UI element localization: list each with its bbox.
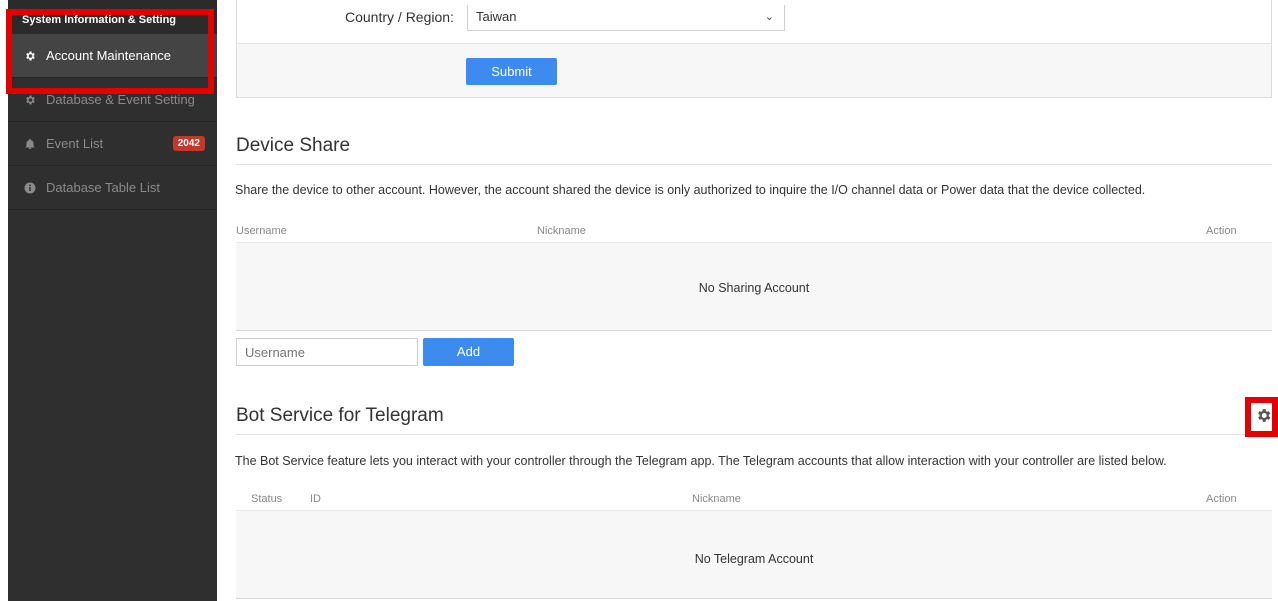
sidebar-item-event-list[interactable]: Event List 2042 [8, 122, 217, 166]
divider [236, 434, 1272, 435]
sidebar: System Information & Setting Account Mai… [8, 0, 217, 601]
gear-icon [1255, 407, 1272, 429]
sidebar-item-database-event-setting[interactable]: Database & Event Setting [8, 78, 217, 122]
column-header-action: Action [1206, 493, 1237, 505]
column-header-username: Username [236, 225, 287, 237]
sidebar-item-label: Event List [46, 136, 104, 151]
empty-state-text: No Telegram Account [694, 552, 814, 566]
country-value: Taiwan [476, 9, 517, 24]
divider [236, 164, 1272, 165]
gear-icon [24, 94, 36, 106]
sidebar-item-account-maintenance[interactable]: Account Maintenance [8, 34, 217, 78]
bell-icon [24, 138, 36, 150]
event-count-badge: 2042 [172, 136, 205, 151]
sidebar-header: System Information & Setting [8, 0, 217, 34]
country-label: Country / Region: [345, 9, 454, 25]
telegram-settings-button[interactable] [1247, 397, 1278, 436]
device-share-description: Share the device to other account. Howev… [235, 183, 1146, 197]
column-header-nickname: Nickname [537, 225, 586, 237]
submit-button[interactable]: Submit [466, 58, 557, 85]
device-share-title: Device Share [236, 135, 351, 156]
sidebar-item-label: Database & Event Setting [46, 92, 195, 107]
column-header-id: ID [310, 493, 321, 505]
telegram-title: Bot Service for Telegram [236, 405, 444, 426]
country-row: Country / Region: Taiwan ⌄ [237, 0, 1271, 44]
info-icon [24, 182, 36, 194]
telegram-description: The Bot Service feature lets you interac… [235, 454, 1167, 468]
sharing-table-empty: No Sharing Account [236, 242, 1272, 331]
gear-icon [24, 50, 36, 62]
username-input[interactable] [236, 338, 418, 366]
add-button[interactable]: Add [423, 338, 514, 366]
country-select[interactable]: Taiwan ⌄ [467, 5, 785, 31]
column-header-action: Action [1206, 225, 1237, 237]
chevron-down-icon: ⌄ [764, 11, 774, 23]
telegram-table-empty: No Telegram Account [236, 510, 1272, 599]
country-panel: Country / Region: Taiwan ⌄ Submit [236, 0, 1272, 98]
column-header-status: Status [251, 493, 283, 505]
column-header-nickname: Nickname [692, 493, 741, 505]
sidebar-item-label: Account Maintenance [46, 48, 172, 63]
sidebar-item-database-table-list[interactable]: Database Table List [8, 166, 217, 210]
empty-state-text: No Sharing Account [698, 281, 810, 295]
sidebar-item-label: Database Table List [46, 180, 160, 195]
submit-row: Submit [237, 44, 1271, 97]
